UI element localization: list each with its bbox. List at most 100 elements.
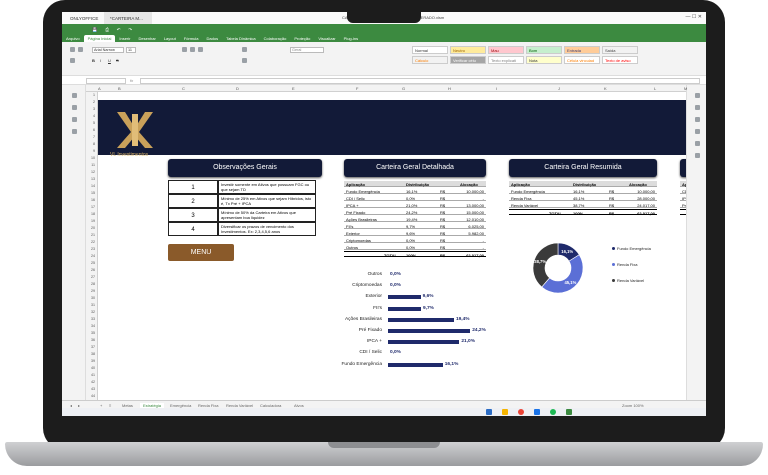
row-header[interactable]: 30 (91, 296, 95, 300)
row-header[interactable]: 32 (91, 310, 95, 314)
ribbon-tab[interactable]: Plug-ins (340, 35, 362, 42)
spellcheck-icon[interactable] (72, 129, 77, 134)
add-sheet-icon[interactable]: + (100, 403, 102, 408)
formula-input[interactable] (140, 78, 700, 84)
column-header[interactable]: I (496, 86, 497, 91)
cut-icon[interactable] (78, 47, 83, 52)
row-header[interactable]: 39 (91, 359, 95, 363)
row-header[interactable]: 44 (91, 394, 95, 398)
sheet-tab[interactable]: Renda Fixa (198, 403, 218, 408)
row-header[interactable]: 27 (91, 275, 95, 279)
row-header[interactable]: 3 (93, 107, 95, 111)
cell-style-swatch[interactable]: Neutro (450, 46, 486, 54)
column-header[interactable]: B (118, 86, 121, 91)
name-box[interactable] (86, 78, 126, 84)
ribbon-tab[interactable]: Página Inicial (83, 35, 116, 42)
menu-button[interactable]: MENU (168, 244, 234, 261)
sheet-list-icon[interactable]: ≡ (109, 403, 111, 408)
paste-icon[interactable] (70, 47, 75, 52)
function-icon[interactable]: fx (130, 78, 133, 83)
app-tab[interactable]: ONLYOFFICE (62, 12, 104, 24)
row-header[interactable]: 13 (91, 177, 95, 181)
document-tab[interactable]: *CARTEIRA M... (104, 12, 152, 24)
row-header[interactable]: 43 (91, 387, 95, 391)
italic-icon[interactable]: I (100, 58, 101, 63)
row-header[interactable]: 8 (93, 142, 95, 146)
row-header[interactable]: 15 (91, 191, 95, 195)
column-header[interactable]: G (402, 86, 405, 91)
row-header[interactable]: 19 (91, 219, 95, 223)
wrap-text-icon[interactable] (242, 58, 247, 63)
font-size-select[interactable]: 11 (126, 47, 136, 53)
ribbon-tab[interactable]: Visualizar (314, 35, 339, 42)
row-header[interactable]: 18 (91, 212, 95, 216)
column-header[interactable]: H (448, 86, 451, 91)
cell-style-swatch[interactable]: Mau (488, 46, 524, 54)
column-header[interactable]: M (684, 86, 687, 91)
row-header[interactable]: 20 (91, 226, 95, 230)
sheet-tab[interactable]: Metas (122, 403, 133, 408)
worksheet[interactable]: VL Investimentos Observações Gerais 1 Inv… (98, 92, 686, 400)
row-header[interactable]: 2 (93, 100, 95, 104)
row-header[interactable]: 24 (91, 254, 95, 258)
cell-style-swatch[interactable]: Texto explicati (488, 56, 524, 64)
print-icon[interactable]: ⎙ (105, 27, 108, 32)
font-name-select[interactable]: Arial Narrow (92, 47, 124, 53)
row-header[interactable]: 16 (91, 198, 95, 202)
row-header[interactable]: 11 (91, 163, 95, 167)
row-header[interactable]: 1 (93, 93, 95, 97)
cell-style-swatch[interactable]: Saída (602, 46, 638, 54)
column-header[interactable]: J (558, 86, 560, 91)
file-explorer-icon[interactable] (502, 409, 508, 415)
cell-style-swatch[interactable]: Nota (526, 56, 562, 64)
row-header[interactable]: 9 (93, 149, 95, 153)
row-header[interactable]: 33 (91, 317, 95, 321)
search-icon[interactable] (72, 93, 77, 98)
paragraph-icon[interactable] (695, 153, 700, 158)
number-format-select[interactable]: Geral (290, 47, 324, 53)
chrome-icon[interactable] (518, 409, 524, 415)
chart-settings-icon[interactable] (695, 117, 700, 122)
text-settings-icon[interactable] (695, 129, 700, 134)
save-icon[interactable]: 💾 (92, 27, 97, 33)
row-header[interactable]: 37 (91, 345, 95, 349)
row-header[interactable]: 12 (91, 170, 95, 174)
bold-icon[interactable]: B (92, 58, 95, 63)
row-header[interactable]: 17 (91, 205, 95, 209)
column-header[interactable]: L (654, 86, 656, 91)
column-header[interactable]: C (182, 86, 185, 91)
cell-style-swatch[interactable]: Célula vinculad (564, 56, 600, 64)
underline-icon[interactable]: U (108, 58, 111, 63)
cell-style-swatch[interactable]: Verificar célu (450, 56, 486, 64)
onlyoffice-icon[interactable] (566, 409, 572, 415)
windows-start-icon[interactable] (486, 409, 492, 415)
ribbon-tab[interactable]: Fórmula (180, 35, 203, 42)
column-header[interactable]: E (292, 86, 295, 91)
sheet-tab[interactable]: Emergência (170, 403, 191, 408)
ribbon-tab[interactable]: Layout (160, 35, 180, 42)
row-header[interactable]: 36 (91, 338, 95, 342)
undo-icon[interactable]: ↶ (117, 27, 121, 33)
row-header[interactable]: 5 (93, 121, 95, 125)
merge-cells-icon[interactable] (242, 47, 247, 52)
window-controls[interactable]: — ☐ ✕ (686, 14, 702, 20)
column-header[interactable]: D (236, 86, 239, 91)
row-header[interactable]: 28 (91, 282, 95, 286)
row-header[interactable]: 34 (91, 324, 95, 328)
image-settings-icon[interactable] (695, 141, 700, 146)
ribbon-tab[interactable]: Desenhar (134, 35, 159, 42)
row-header[interactable]: 4 (93, 114, 95, 118)
sheet-tab[interactable]: Renda Variável (226, 403, 253, 408)
ribbon-tab[interactable]: Proteção (290, 35, 314, 42)
row-header[interactable]: 6 (93, 128, 95, 132)
row-header[interactable]: 25 (91, 261, 95, 265)
next-sheet-icon[interactable]: ▸ (78, 403, 80, 408)
app-icon[interactable] (534, 409, 540, 415)
align-right-icon[interactable] (198, 47, 203, 52)
row-header[interactable]: 21 (91, 233, 95, 237)
cell-style-swatch[interactable]: Entrada (564, 46, 600, 54)
sheet-tab[interactable]: Calculadora (260, 403, 281, 408)
comments-icon[interactable] (72, 105, 77, 110)
zoom-level[interactable]: Zoom 100% (622, 403, 644, 408)
row-header[interactable]: 23 (91, 247, 95, 251)
